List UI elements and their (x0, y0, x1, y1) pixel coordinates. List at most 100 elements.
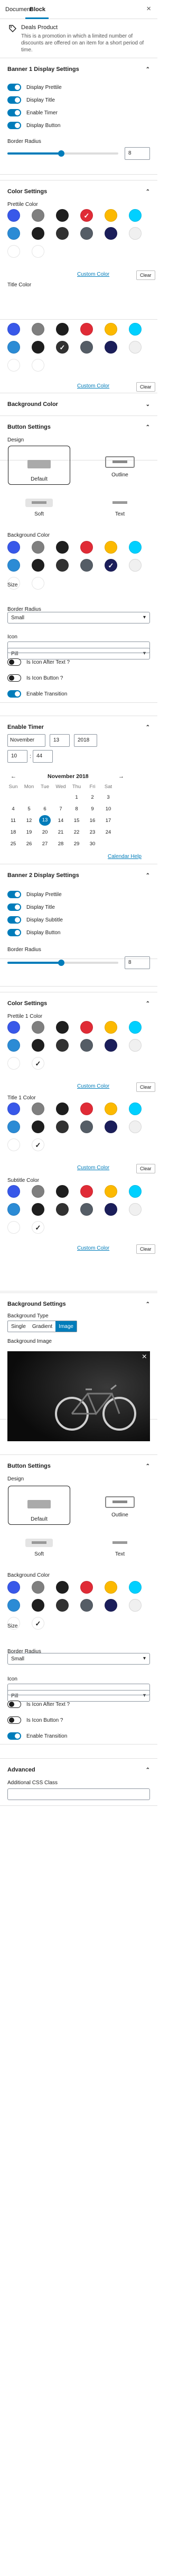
toggle-switch[interactable] (7, 1701, 21, 1708)
color-swatch[interactable] (105, 209, 117, 222)
style-text[interactable]: Text (89, 499, 151, 517)
color-swatch[interactable] (105, 1039, 117, 1052)
calendar-day[interactable]: 11 (7, 818, 19, 824)
calendar-day[interactable]: 1 (71, 794, 82, 800)
color-swatch[interactable] (32, 1138, 44, 1151)
color-swatch[interactable] (32, 209, 44, 222)
style-text[interactable]: Text (89, 1539, 151, 1557)
color-swatch[interactable] (56, 209, 69, 222)
toggle-enable-timer[interactable]: Enable Timer (7, 109, 58, 116)
remove-image-icon[interactable]: × (142, 1352, 147, 1362)
color-swatch[interactable] (32, 559, 44, 572)
color-swatch[interactable] (7, 341, 20, 354)
minute-input[interactable]: 44 (33, 750, 53, 763)
color-swatch[interactable] (105, 1599, 117, 1612)
clear-button[interactable]: Clear (136, 1164, 155, 1173)
toggle-switch[interactable] (7, 903, 21, 911)
clear-button[interactable]: Clear (136, 270, 155, 280)
color-swatch[interactable] (7, 227, 20, 240)
color-swatch[interactable] (7, 209, 20, 222)
color-swatch[interactable] (32, 1185, 44, 1198)
color-swatch[interactable] (32, 359, 44, 372)
calendar-day[interactable]: 23 (87, 829, 98, 835)
style-default[interactable]: Default (7, 1486, 71, 1525)
color-swatch[interactable] (56, 1203, 69, 1216)
slider-thumb[interactable] (58, 960, 64, 966)
color-swatch[interactable] (32, 323, 44, 336)
prev-month-icon[interactable]: ← (11, 773, 16, 780)
color-swatch[interactable] (32, 227, 44, 240)
custom-color-link[interactable]: Custom Color (77, 1245, 109, 1251)
color-swatch[interactable] (129, 1102, 142, 1115)
calendar-day[interactable]: 10 (102, 806, 114, 812)
color-swatch[interactable] (80, 1203, 93, 1216)
calendar-day[interactable]: 12 (23, 818, 35, 824)
calendar-day[interactable]: 8 (71, 806, 82, 812)
custom-color-link[interactable]: Custom Color (77, 272, 109, 277)
toggle-switch[interactable] (7, 122, 21, 129)
color-swatch[interactable] (7, 245, 20, 258)
color-swatch[interactable] (80, 323, 93, 336)
color-swatch[interactable] (56, 1185, 69, 1198)
color-swatch[interactable] (80, 1185, 93, 1198)
calendar-day[interactable]: 22 (71, 829, 82, 835)
color-swatch[interactable] (129, 1039, 142, 1052)
calendar-day[interactable]: 29 (71, 841, 82, 847)
advanced-panel-header[interactable]: Advanced ⌃ (0, 1759, 157, 1781)
border-radius-input[interactable]: 8 (125, 956, 150, 969)
color-swatch[interactable] (7, 1138, 20, 1151)
color-swatch[interactable] (105, 541, 117, 554)
color-swatch[interactable] (32, 577, 44, 590)
icon-input[interactable] (7, 641, 150, 653)
color-swatch[interactable] (80, 1021, 93, 1034)
color-swatch[interactable] (7, 559, 20, 572)
calendar-help-link[interactable]: Calendar Help (108, 854, 142, 860)
toggle-display-button[interactable]: Display Button (7, 122, 60, 129)
color-swatch[interactable] (56, 1120, 69, 1133)
clear-button[interactable]: Clear (136, 1082, 155, 1092)
year-input[interactable]: 2018 (74, 734, 97, 747)
color-swatch[interactable] (105, 1185, 117, 1198)
toggle-display-button[interactable]: Display Button (7, 929, 60, 936)
color-swatch[interactable] (7, 1599, 20, 1612)
color-swatch[interactable] (32, 341, 44, 354)
calendar-day[interactable]: 2 (87, 794, 98, 800)
toggle-display-title[interactable]: Display Title (7, 96, 55, 104)
color-swatch[interactable] (80, 209, 93, 222)
color-swatch[interactable] (56, 1581, 69, 1594)
style-outline[interactable]: Outline (89, 1496, 151, 1518)
type-image[interactable]: Image (55, 1321, 77, 1332)
color-swatch[interactable] (7, 1581, 20, 1594)
clear-button[interactable]: Clear (136, 1244, 155, 1254)
color-swatch[interactable] (129, 1581, 142, 1594)
button-panel-header[interactable]: Button Settings ⌃ (0, 416, 157, 438)
toggle-icon-button[interactable]: Is Icon Button ? (7, 674, 63, 682)
tab-block[interactable]: Block (30, 6, 45, 13)
color-swatch[interactable] (129, 1599, 142, 1612)
color-swatch[interactable] (56, 1599, 69, 1612)
color-swatch[interactable] (105, 323, 117, 336)
calendar-day[interactable]: 5 (23, 806, 35, 812)
color-swatch[interactable] (129, 227, 142, 240)
close-sidebar-icon[interactable]: × (146, 4, 151, 13)
custom-color-link[interactable]: Custom Color (77, 1083, 109, 1089)
toggle-switch[interactable] (7, 109, 21, 116)
color-swatch[interactable] (80, 1120, 93, 1133)
calendar-day[interactable]: 26 (23, 841, 35, 847)
toggle-switch[interactable] (7, 96, 21, 104)
color-swatch[interactable] (7, 1021, 20, 1034)
color-swatch[interactable] (80, 559, 93, 572)
calendar-day[interactable]: 13 (39, 815, 51, 826)
custom-color-link[interactable]: Custom Color (77, 1165, 109, 1171)
color-swatch[interactable] (32, 1039, 44, 1052)
button-panel-header[interactable]: Button Settings ⌃ (0, 1455, 157, 1477)
slider-thumb[interactable] (58, 150, 64, 157)
toggle-switch[interactable] (7, 929, 21, 936)
toggle-switch[interactable] (7, 1732, 21, 1740)
color-swatch[interactable] (32, 1617, 44, 1630)
color-swatch[interactable] (129, 559, 142, 572)
calendar-day[interactable]: 7 (55, 806, 67, 812)
next-month-icon[interactable]: → (118, 773, 124, 780)
banner1-panel-header[interactable]: Banner 1 Display Settings ⌃ (0, 58, 157, 80)
calendar-day[interactable]: 19 (23, 829, 35, 835)
